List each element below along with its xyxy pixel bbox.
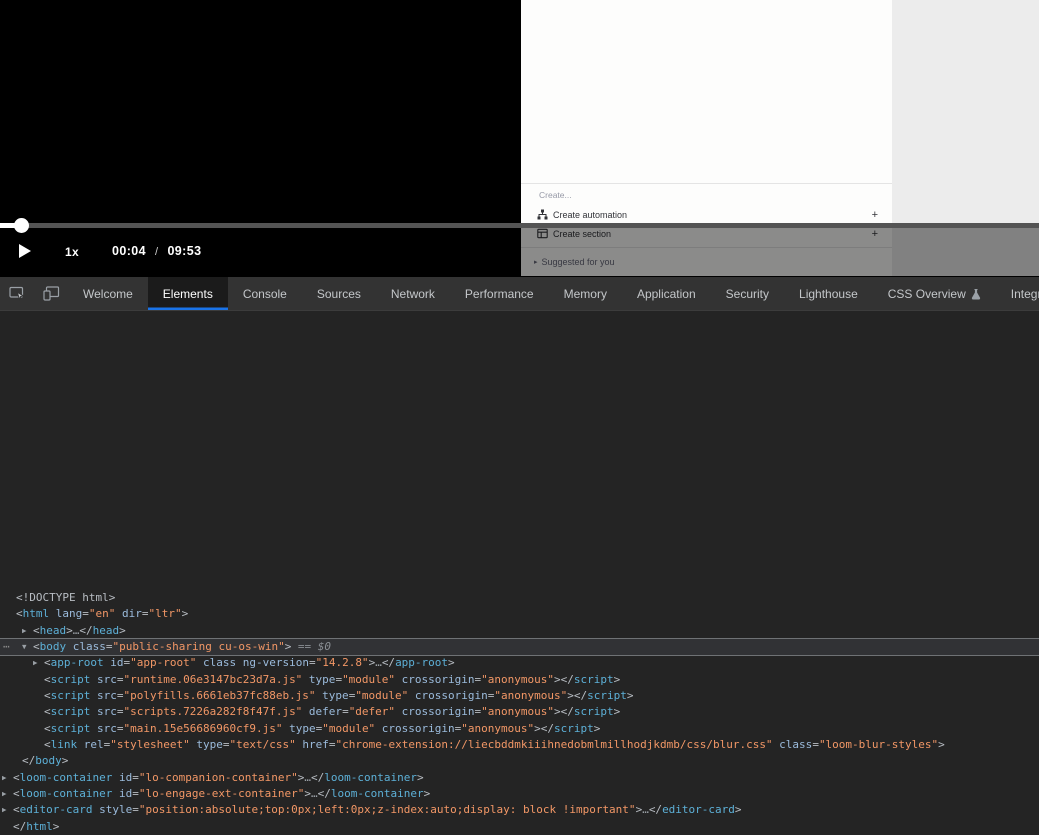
dom-tree-line[interactable]: <script src="polyfills.6661eb37fc88eb.js…	[0, 688, 1039, 704]
tab-welcome[interactable]: Welcome	[68, 277, 148, 310]
duration: 09:53	[167, 244, 201, 258]
tab-elements[interactable]: Elements	[148, 277, 228, 310]
expand-arrow-icon[interactable]: ▶	[2, 770, 13, 786]
player-controls: 1x 00:04/09:53	[0, 240, 1039, 274]
dom-tree-line[interactable]: ▶<loom-container id="lo-engage-ext-conta…	[0, 786, 1039, 802]
dom-tree-line[interactable]: <script src="runtime.06e3147bc23d7a.js" …	[0, 672, 1039, 688]
tab-label: Console	[243, 287, 287, 301]
expand-arrow-icon[interactable]: ▶	[2, 786, 13, 802]
dom-tree-line[interactable]: ▶<app-root id="app-root" class ng-versio…	[0, 655, 1039, 671]
dom-tree-line[interactable]: <!DOCTYPE html>	[0, 590, 1039, 606]
tab-application[interactable]: Application	[622, 277, 711, 310]
inspect-icon	[9, 286, 25, 301]
expand-arrow-icon[interactable]: ▶	[33, 655, 44, 671]
progress-handle[interactable]	[14, 218, 29, 233]
playback-speed-button[interactable]: 1x	[65, 245, 79, 259]
tab-integromat[interactable]: Integromat	[996, 277, 1039, 310]
progress-bar[interactable]	[0, 223, 1039, 228]
tab-label: Welcome	[83, 287, 133, 301]
dom-tree-line[interactable]: <html lang="en" dir="ltr">	[0, 606, 1039, 622]
tab-console[interactable]: Console	[228, 277, 302, 310]
tab-performance[interactable]: Performance	[450, 277, 549, 310]
menu-item-label: Create automation	[553, 210, 627, 220]
dom-tree-line[interactable]: ▶<editor-card style="position:absolute;t…	[0, 802, 1039, 818]
tab-security[interactable]: Security	[711, 277, 784, 310]
tab-lighthouse[interactable]: Lighthouse	[784, 277, 873, 310]
expand-arrow-icon[interactable]: ▶	[2, 802, 13, 818]
create-menu-header: Create...	[539, 190, 572, 200]
device-toolbar-icon	[43, 286, 60, 301]
tab-label: CSS Overview	[888, 287, 966, 301]
time-display: 00:04/09:53	[112, 244, 201, 258]
dom-tree: <!DOCTYPE html><html lang="en" dir="ltr"…	[0, 588, 1039, 835]
automation-icon	[537, 209, 548, 220]
devtools-panel: Welcome Elements Console Sources Network Perf…	[0, 276, 1039, 636]
dom-tree-line[interactable]: </body>	[0, 753, 1039, 769]
dom-tree-line[interactable]: </html>	[0, 819, 1039, 835]
tab-css-overview[interactable]: CSS Overview	[873, 277, 996, 310]
tab-label: Security	[726, 287, 769, 301]
tab-label: Memory	[564, 287, 607, 301]
tab-label: Network	[391, 287, 435, 301]
expand-arrow-icon[interactable]: ▶	[22, 623, 33, 639]
plus-icon[interactable]: +	[872, 209, 878, 221]
beaker-icon	[971, 288, 981, 300]
play-icon[interactable]	[19, 244, 31, 258]
time-separator: /	[146, 246, 167, 258]
dom-tree-line[interactable]: <link rel="stylesheet" type="text/css" h…	[0, 737, 1039, 753]
tab-label: Integromat	[1011, 287, 1039, 301]
tab-network[interactable]: Network	[376, 277, 450, 310]
tab-label: Sources	[317, 287, 361, 301]
device-toolbar-button[interactable]	[34, 277, 68, 310]
expand-arrow-icon[interactable]: ▼	[22, 639, 33, 655]
tab-label: Lighthouse	[799, 287, 858, 301]
tab-memory[interactable]: Memory	[549, 277, 622, 310]
dom-tree-line[interactable]: <script src="scripts.7226a282f8f47f.js" …	[0, 704, 1039, 720]
dom-tree-line[interactable]: ▶<head>…</head>	[0, 623, 1039, 639]
dom-tree-line[interactable]: ⋯▼<body class="public-sharing cu-os-win"…	[0, 639, 1039, 655]
more-actions-dots[interactable]: ⋯	[3, 639, 9, 655]
tab-sources[interactable]: Sources	[302, 277, 376, 310]
tab-label: Elements	[163, 287, 213, 301]
menu-item-create-automation[interactable]: Create automation +	[521, 205, 892, 224]
tab-label: Application	[637, 287, 696, 301]
devtools-tabbar: Welcome Elements Console Sources Network Perf…	[0, 277, 1039, 311]
dom-tree-line[interactable]: <script src="main.15e56686960cf9.js" typ…	[0, 721, 1039, 737]
tab-label: Performance	[465, 287, 534, 301]
video-player: Create... Create automation+Create secti…	[0, 0, 1039, 276]
divider	[521, 183, 892, 184]
dom-tree-line[interactable]: ▶<loom-container id="lo-companion-contai…	[0, 770, 1039, 786]
inspect-button[interactable]	[0, 277, 34, 310]
current-time: 00:04	[112, 244, 146, 258]
